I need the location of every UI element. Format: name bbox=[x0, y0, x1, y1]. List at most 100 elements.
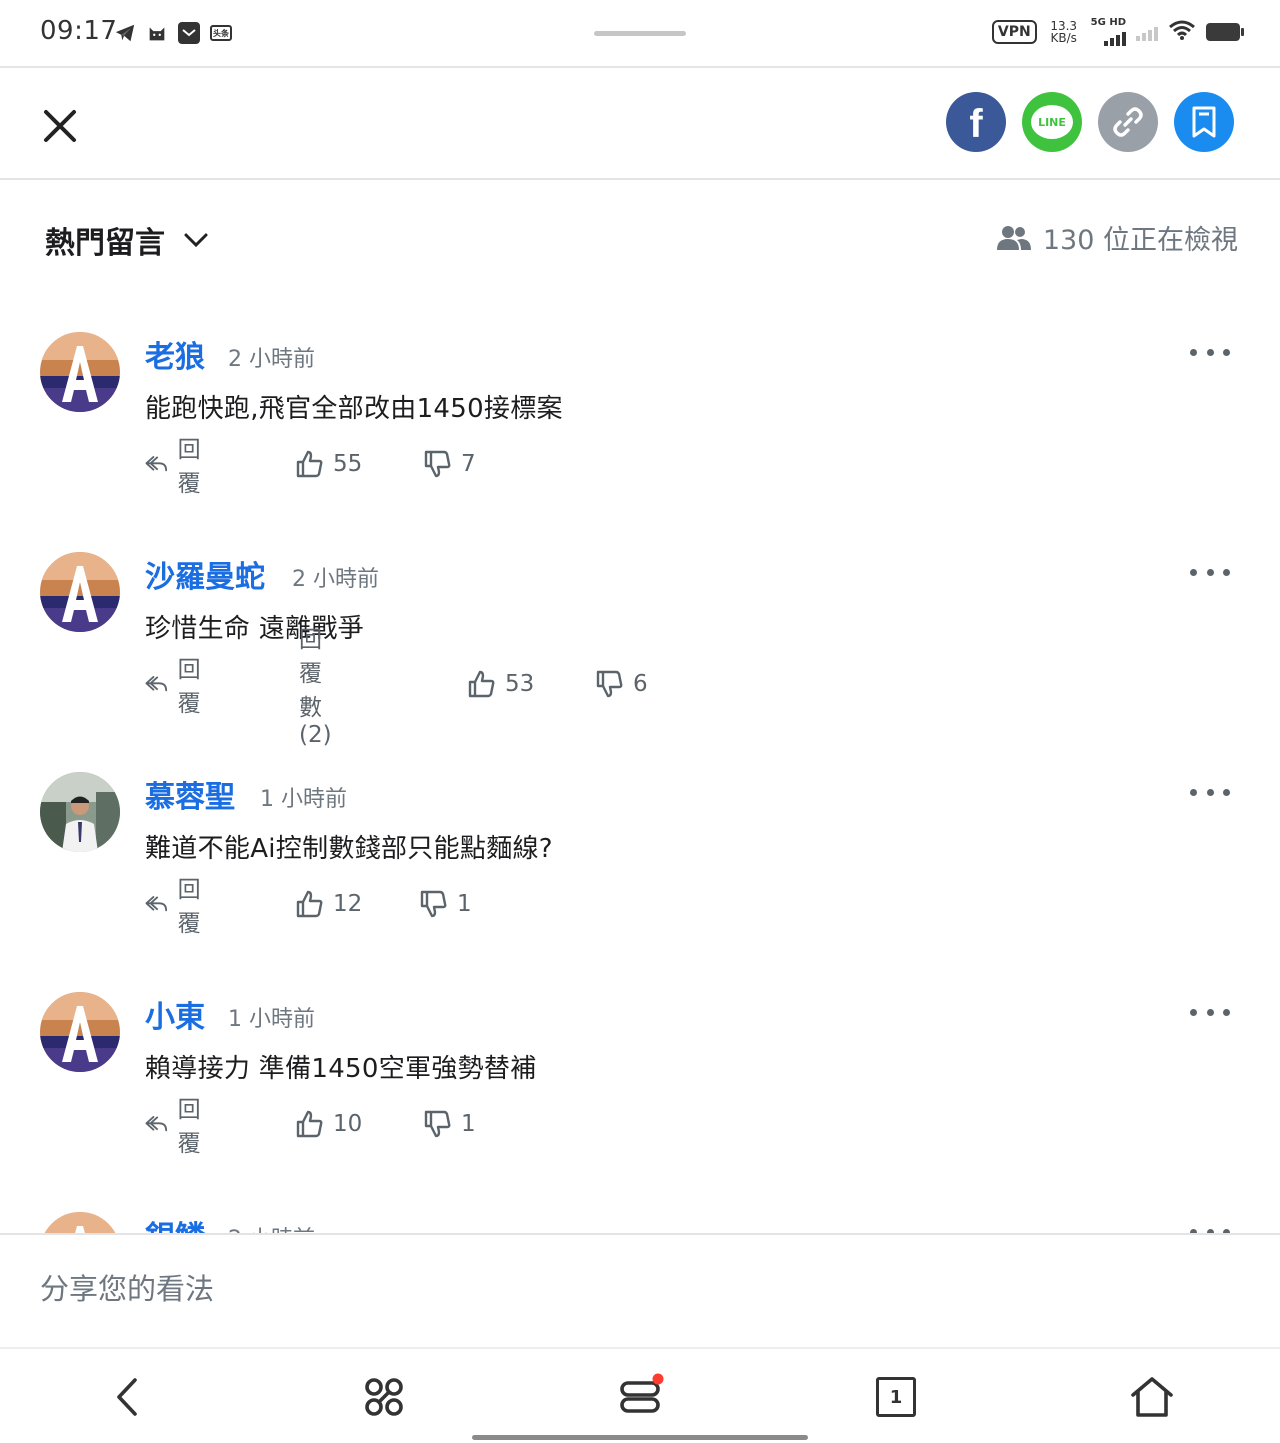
more-options-button[interactable] bbox=[1190, 1000, 1230, 1024]
view-replies-button[interactable]: 回覆數 (2) bbox=[299, 627, 332, 748]
speed-unit: KB/s bbox=[1050, 31, 1077, 45]
like-count: 53 bbox=[505, 671, 535, 697]
avatar[interactable] bbox=[40, 992, 120, 1072]
like-count: 12 bbox=[333, 891, 363, 917]
cat-icon bbox=[146, 22, 168, 44]
status-bar: 09:17 头条 VPN 13.3 KB/s 5G HD bbox=[0, 0, 1280, 68]
article-toolbar: f LINE bbox=[0, 68, 1280, 180]
like-count: 55 bbox=[333, 451, 363, 477]
wifi-icon bbox=[1168, 19, 1196, 45]
like-button[interactable]: 55 bbox=[295, 444, 362, 484]
reply-button[interactable]: 回覆 bbox=[145, 877, 210, 937]
comment-compose-bar bbox=[0, 1233, 1280, 1347]
back-button[interactable] bbox=[100, 1371, 156, 1423]
back-icon bbox=[117, 1378, 137, 1416]
like-count: 10 bbox=[333, 1111, 363, 1137]
tabs-icon: 1 bbox=[876, 1377, 916, 1417]
avatar[interactable] bbox=[40, 772, 120, 852]
comment-author[interactable]: 小東 bbox=[145, 992, 205, 1036]
sort-label: 熱門留言 bbox=[45, 226, 165, 261]
apps-icon bbox=[365, 1378, 403, 1416]
comment-author[interactable]: 沙羅曼蛇 bbox=[145, 552, 265, 596]
apps-button[interactable] bbox=[356, 1371, 412, 1423]
line-share-button[interactable]: LINE bbox=[1022, 92, 1082, 152]
reply-label: 回覆 bbox=[177, 877, 201, 937]
comment-item: 沙羅曼蛇 2 小時前 珍惜生命 遠離戰爭 回覆 回覆數 (2) 53 6 bbox=[0, 552, 1280, 752]
browser-nav-bar: 1 bbox=[0, 1347, 1280, 1443]
facebook-share-button[interactable]: f bbox=[946, 92, 1006, 152]
system-status: VPN 13.3 KB/s 5G HD bbox=[991, 18, 1244, 46]
thumbs-down-icon bbox=[596, 670, 623, 698]
dislike-count: 7 bbox=[461, 451, 476, 477]
feed-button[interactable] bbox=[612, 1371, 668, 1423]
dislike-button[interactable]: 1 bbox=[423, 1104, 476, 1144]
tab-count: 1 bbox=[889, 1386, 903, 1408]
thumbs-down-icon bbox=[424, 450, 451, 478]
dislike-button[interactable]: 6 bbox=[595, 664, 648, 704]
more-options-button[interactable] bbox=[1190, 560, 1230, 584]
tabs-button[interactable]: 1 bbox=[868, 1371, 924, 1423]
comment-item: 慕蓉聖 1 小時前 難道不能Ai控制數錢部只能點麵線? 回覆 12 1 bbox=[0, 772, 1280, 972]
home-indicator[interactable] bbox=[472, 1435, 808, 1440]
line-icon: LINE bbox=[1031, 105, 1073, 139]
network-tag: 5G HD bbox=[1090, 17, 1126, 28]
dislike-count: 1 bbox=[461, 1111, 476, 1137]
thumbs-down-icon bbox=[424, 1110, 451, 1138]
reply-button[interactable]: 回覆 bbox=[145, 657, 210, 717]
more-options-button[interactable] bbox=[1190, 1220, 1230, 1233]
home-button[interactable] bbox=[1124, 1371, 1180, 1423]
comment-input[interactable] bbox=[40, 1265, 1240, 1313]
comment-text: 難道不能Ai控制數錢部只能點麵線? bbox=[145, 834, 553, 864]
bookmark-button[interactable] bbox=[1174, 92, 1234, 152]
comment-author[interactable]: 慕蓉聖 bbox=[145, 772, 235, 816]
toutiao-icon: 头条 bbox=[210, 25, 232, 41]
bookmark-icon bbox=[1192, 106, 1216, 138]
comment-time: 2 小時前 bbox=[228, 1221, 315, 1233]
reply-button[interactable]: 回覆 bbox=[145, 437, 210, 497]
dislike-count: 6 bbox=[633, 671, 648, 697]
dislike-button[interactable]: 7 bbox=[423, 444, 476, 484]
signal-icon bbox=[1104, 28, 1126, 46]
comment-sort-dropdown[interactable]: 熱門留言 bbox=[45, 218, 209, 262]
avatar[interactable] bbox=[40, 332, 120, 412]
reply-label: 回覆 bbox=[177, 657, 201, 717]
status-time: 09:17 bbox=[40, 16, 118, 46]
drag-handle[interactable] bbox=[594, 31, 686, 36]
comment-time: 1 小時前 bbox=[260, 787, 347, 812]
viewers-text: 130 位正在檢視 bbox=[1042, 225, 1238, 256]
more-options-button[interactable] bbox=[1190, 780, 1230, 804]
battery-icon bbox=[1206, 23, 1244, 41]
avatar[interactable] bbox=[40, 552, 120, 632]
network-speed: 13.3 KB/s bbox=[1047, 20, 1081, 44]
comment-time: 2 小時前 bbox=[292, 567, 379, 592]
like-button[interactable]: 10 bbox=[295, 1104, 362, 1144]
comment-time: 1 小時前 bbox=[228, 1007, 315, 1032]
comment-time: 2 小時前 bbox=[228, 347, 315, 372]
comment-item: 銀鱗 2 小時前 bbox=[0, 1212, 1280, 1233]
comment-text: 能跑快跑,飛官全部改由1450接標案 bbox=[145, 394, 563, 424]
signal-weak-icon bbox=[1136, 23, 1158, 41]
reply-icon bbox=[145, 676, 168, 692]
comment-author[interactable]: 老狼 bbox=[145, 332, 205, 376]
thumbs-up-icon bbox=[296, 890, 323, 918]
copy-link-button[interactable] bbox=[1098, 92, 1158, 152]
thumbs-up-icon bbox=[468, 670, 495, 698]
more-options-button[interactable] bbox=[1190, 340, 1230, 364]
like-button[interactable]: 12 bbox=[295, 884, 362, 924]
comment-text: 賴導接力 準備1450空軍強勢替補 bbox=[145, 1054, 537, 1084]
reply-label: 回覆 bbox=[177, 1097, 201, 1157]
dislike-count: 1 bbox=[457, 891, 472, 917]
home-icon bbox=[1131, 1377, 1173, 1417]
dislike-button[interactable]: 1 bbox=[419, 884, 472, 924]
mail-icon bbox=[178, 22, 200, 44]
avatar[interactable] bbox=[40, 1212, 120, 1233]
reply-label: 回覆 bbox=[177, 437, 201, 497]
like-button[interactable]: 53 bbox=[467, 664, 534, 704]
chevron-down-icon bbox=[184, 233, 208, 248]
close-button[interactable] bbox=[40, 106, 80, 146]
reply-icon bbox=[145, 896, 168, 912]
comment-author[interactable]: 銀鱗 bbox=[145, 1212, 205, 1233]
close-icon bbox=[44, 110, 76, 142]
reply-button[interactable]: 回覆 bbox=[145, 1097, 210, 1157]
signal-strong: 5G HD bbox=[1091, 18, 1126, 46]
